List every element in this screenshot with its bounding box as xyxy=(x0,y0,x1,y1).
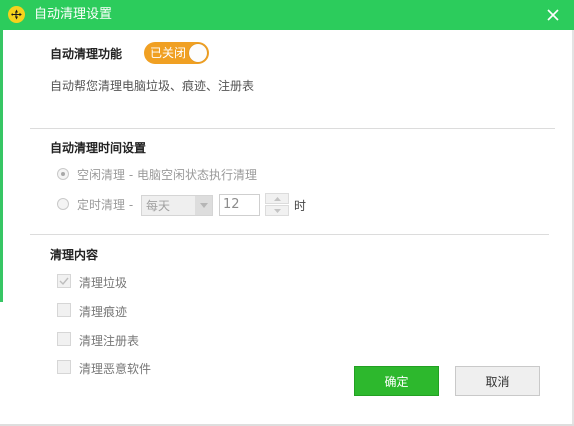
left-window-edge xyxy=(0,30,3,302)
content-heading: 清理内容 xyxy=(50,248,99,262)
clean-traces-label: 清理痕迹 xyxy=(79,305,128,319)
section-divider xyxy=(30,128,555,129)
dropdown-arrow-icon xyxy=(195,196,212,215)
app-logo-icon xyxy=(8,6,25,23)
auto-clean-toggle[interactable]: 已关闭 xyxy=(144,42,209,64)
clean-traces-checkbox[interactable] xyxy=(57,303,71,317)
radio-selected-dot xyxy=(61,172,65,176)
clean-malware-label: 清理恶意软件 xyxy=(79,362,152,376)
timed-clean-radio[interactable] xyxy=(57,198,69,210)
frequency-value: 每天 xyxy=(146,199,171,213)
idle-clean-label: 空闲清理 - 电脑空闲状态执行清理 xyxy=(77,168,257,182)
idle-clean-radio[interactable] xyxy=(57,168,69,180)
chevron-down-icon xyxy=(273,208,281,213)
timed-clean-label: 定时清理 - xyxy=(77,198,134,212)
window-title: 自动清理设置 xyxy=(34,7,113,22)
clean-registry-checkbox[interactable] xyxy=(57,332,71,346)
close-icon xyxy=(547,9,559,21)
hour-unit-label: 时 xyxy=(294,199,307,213)
section-divider xyxy=(30,234,549,235)
cancel-button[interactable]: 取消 xyxy=(455,366,540,396)
clean-junk-checkbox[interactable] xyxy=(57,274,71,288)
hour-input[interactable]: 12 xyxy=(219,194,260,216)
clean-junk-label: 清理垃圾 xyxy=(79,276,128,290)
auto-clean-description: 自动帮您清理电脑垃圾、痕迹、注册表 xyxy=(50,79,255,93)
chevron-up-icon xyxy=(273,196,281,201)
checkmark-icon xyxy=(59,277,69,286)
frequency-select[interactable]: 每天 xyxy=(141,195,213,216)
confirm-button[interactable]: 确定 xyxy=(354,366,439,396)
toggle-state-label: 已关闭 xyxy=(150,46,187,60)
auto-clean-label: 自动清理功能 xyxy=(50,47,123,61)
toggle-knob xyxy=(189,44,207,62)
title-bar: 自动清理设置 xyxy=(0,0,574,30)
schedule-heading: 自动清理时间设置 xyxy=(50,141,147,155)
hour-spinner xyxy=(265,193,289,216)
close-button[interactable] xyxy=(540,2,566,28)
clean-registry-label: 清理注册表 xyxy=(79,334,140,348)
hour-increment-button[interactable] xyxy=(265,193,289,204)
hour-decrement-button[interactable] xyxy=(265,205,289,216)
clean-malware-checkbox[interactable] xyxy=(57,360,71,374)
